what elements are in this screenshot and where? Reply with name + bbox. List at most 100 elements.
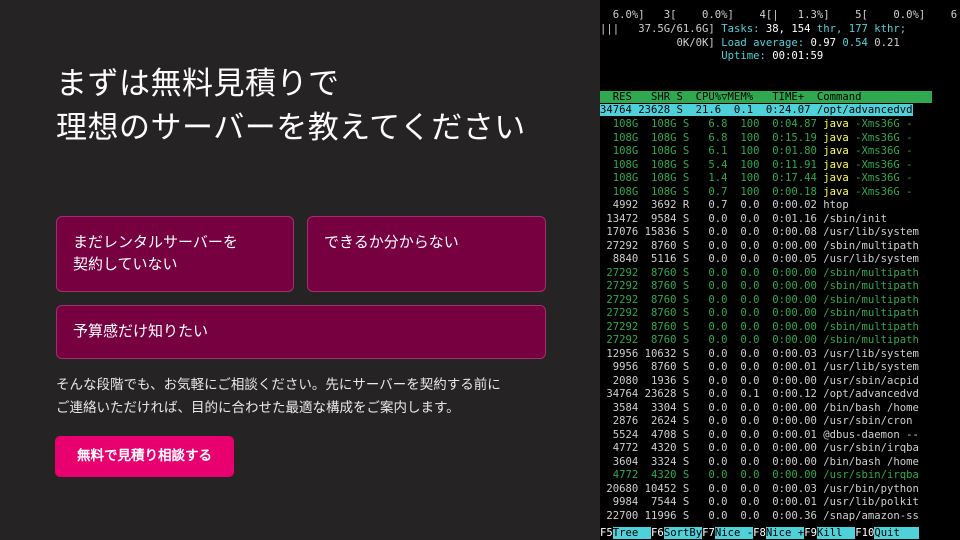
terminal-text: 0.21 xyxy=(874,37,900,49)
terminal-text: Tree xyxy=(612,527,652,539)
terminal-text: 27292 8760 S 0.0 0.0 0:00.00 /sbin/multi… xyxy=(600,321,919,333)
terminal-text: 4772 4320 S 0.0 0.0 0:00.00 /usr/sbin/ir… xyxy=(600,469,919,481)
terminal-text: Nice + xyxy=(765,527,805,539)
terminal-line: 20680 10452 S 0.0 0.0 0:00.03 /usr/bin/p… xyxy=(600,483,960,497)
terminal-line: 27292 8760 S 0.0 0.0 0:00.00 /sbin/multi… xyxy=(600,240,960,254)
option-card-unsure[interactable]: できるか分からない xyxy=(307,216,546,292)
terminal-text: 0.54 xyxy=(842,37,875,49)
terminal-text: java xyxy=(823,186,849,198)
terminal-text: java xyxy=(823,159,849,171)
terminal-line: 27292 8760 S 0.0 0.0 0:00.00 /sbin/multi… xyxy=(600,294,960,308)
terminal-line: 27292 8760 S 0.0 0.0 0:00.00 /sbin/multi… xyxy=(600,267,960,281)
terminal-text: java xyxy=(823,172,849,184)
terminal-text: F8 xyxy=(753,527,766,539)
terminal-line: 2876 2624 S 0.0 0.0 0:00.00 /usr/sbin/cr… xyxy=(600,415,960,429)
terminal-text: 27292 8760 S 0.0 0.0 0:00.00 /sbin/multi… xyxy=(600,334,919,346)
terminal-text: -Xms36G - xyxy=(848,118,913,130)
terminal-text: Uptime: xyxy=(721,50,773,62)
description: そんな段階でも、お気軽にご相談ください。先にサーバーを契約する前に ご連絡いただ… xyxy=(56,374,576,420)
terminal-line: 108G 108G S 6.1 100 0:01.80 java -Xms36G… xyxy=(600,145,960,159)
terminal-text: -Xms36G - xyxy=(848,145,913,157)
terminal-text: Quit xyxy=(874,527,920,539)
htop-terminal: 6.0%] 3[ 0.0%] 4[| 1.3%] 5[ 0.0%] 6 ||| 3… xyxy=(600,0,960,540)
terminal-line: Uptime: 00:01:59 xyxy=(600,50,960,64)
option-card-no-contract[interactable]: まだレンタルサーバーを 契約していない xyxy=(56,216,294,292)
terminal-text: 9956 8760 S 0.0 0.0 0:00.01 /usr/lib/sys… xyxy=(600,361,919,373)
terminal-text: SortBy xyxy=(663,527,703,539)
option-card-label: まだレンタルサーバーを xyxy=(73,233,238,251)
terminal-text: 4992 3692 R 0.7 0.0 0:00.02 htop xyxy=(600,199,849,211)
terminal-text: Kill xyxy=(816,527,856,539)
terminal-text: Nice - xyxy=(714,527,754,539)
terminal-text: 0.97 xyxy=(810,37,843,49)
terminal-text: 6.0%] 3[ 0.0%] 4[| 1.3%] 5[ 0.0%] 6 xyxy=(600,9,958,21)
terminal-text: 27292 8760 S 0.0 0.0 0:00.00 /sbin/multi… xyxy=(600,294,919,306)
terminal-line: ||| 37.5G/61.6G] Tasks: 38, 154 thr, 177… xyxy=(600,23,960,37)
free-estimate-button[interactable]: 無料で見積り相談する xyxy=(55,436,234,477)
terminal-line: 22700 11996 S 0.0 0.0 0:00.36 /snap/amaz… xyxy=(600,510,960,524)
terminal-text: java xyxy=(823,145,849,157)
terminal-text: 20680 10452 S 0.0 0.0 0:00.03 /usr/bin/p… xyxy=(600,483,919,495)
terminal-text: 38, 154 xyxy=(765,23,811,35)
terminal-line: 27292 8760 S 0.0 0.0 0:00.00 /sbin/multi… xyxy=(600,280,960,294)
terminal-text: java xyxy=(823,132,849,144)
terminal-text: 27292 8760 S 0.0 0.0 0:00.00 /sbin/multi… xyxy=(600,307,919,319)
terminal-line: 4992 3692 R 0.7 0.0 0:00.02 htop xyxy=(600,199,960,213)
terminal-line: 34764 23628 S 21.6 0.1 0:24.07 /opt/adva… xyxy=(600,104,960,118)
terminal-text: 34764 23628 S 21.6 0.1 0:24.07 /opt/adva… xyxy=(600,104,913,116)
terminal-text: F7 xyxy=(702,527,715,539)
terminal-line: 0K/0K] Load average: 0.97 0.54 0.21 xyxy=(600,37,960,51)
terminal-text: 34764 23628 S 0.0 0.1 0:00.12 /opt/advan… xyxy=(600,388,919,400)
option-card-label: 契約していない xyxy=(73,255,178,273)
terminal-text: 00:01:59 xyxy=(772,50,824,62)
option-card-label: できるか分からない xyxy=(324,233,459,251)
terminal-text: F10 xyxy=(855,527,875,539)
terminal-text: 22700 11996 S 0.0 0.0 0:00.36 /snap/amaz… xyxy=(600,510,919,522)
terminal-text: 2876 2624 S 0.0 0.0 0:00.00 /usr/sbin/cr… xyxy=(600,415,913,427)
terminal-text: ||| 37.5G/61.6G] xyxy=(600,23,722,35)
terminal-line: 5524 4708 S 0.0 0.0 0:00.01 @dbus-daemon… xyxy=(600,429,960,443)
terminal-text: F9 xyxy=(804,527,817,539)
terminal-text: -Xms36G - xyxy=(848,159,913,171)
terminal-line: 108G 108G S 6.8 100 0:15.19 java -Xms36G… xyxy=(600,132,960,146)
terminal-text: 2080 1936 S 0.0 0.0 0:00.00 /usr/sbin/ac… xyxy=(600,375,919,387)
description-line: ご連絡いただければ、目的に合わせた最適な構成をご案内します。 xyxy=(56,400,460,416)
terminal-line: 2080 1936 S 0.0 0.0 0:00.00 /usr/sbin/ac… xyxy=(600,375,960,389)
page-title: まずは無料見積りで 理想のサーバーを教えてください xyxy=(56,62,556,150)
terminal-text: 13472 9584 S 0.0 0.0 0:01.16 /sbin/init xyxy=(600,213,888,225)
terminal-text: 0K/0K] xyxy=(600,37,722,49)
terminal-text: 8840 5116 S 0.0 0.0 0:00.05 /usr/lib/sys… xyxy=(600,253,919,265)
option-card-budget[interactable]: 予算感だけ知りたい xyxy=(56,305,546,359)
terminal-text: F5 xyxy=(600,527,613,539)
terminal-line: 13472 9584 S 0.0 0.0 0:01.16 /sbin/init xyxy=(600,213,960,227)
terminal-text: 108G 108G S 6.1 100 0:01.80 xyxy=(600,145,824,157)
terminal-line: 6.0%] 3[ 0.0%] 4[| 1.3%] 5[ 0.0%] 6 xyxy=(600,9,960,23)
terminal-line: 27292 8760 S 0.0 0.0 0:00.00 /sbin/multi… xyxy=(600,334,960,348)
terminal-line: RES SHR S CPU%▽MEM% TIME+ Command xyxy=(600,91,960,105)
terminal-text: 17076 15836 S 0.0 0.0 0:00.08 /usr/lib/s… xyxy=(600,226,919,238)
terminal-line: 3584 3304 S 0.0 0.0 0:00.00 /bin/bash /h… xyxy=(600,402,960,416)
terminal-text: RES SHR S CPU%▽MEM% TIME+ Command xyxy=(600,91,932,103)
terminal-text: -Xms36G - xyxy=(848,132,913,144)
terminal-line: 3604 3324 S 0.0 0.0 0:00.00 /bin/bash /h… xyxy=(600,456,960,470)
terminal-text: F6 xyxy=(651,527,664,539)
terminal-text: 108G 108G S 6.8 100 0:04.87 xyxy=(600,118,824,130)
headline-line-2: 理想のサーバーを教えてください xyxy=(56,110,526,146)
cta-panel: まずは無料見積りで 理想のサーバーを教えてください まだレンタルサーバーを 契約… xyxy=(0,0,600,540)
terminal-text: 9984 7544 S 0.0 0.0 0:00.01 /usr/lib/pol… xyxy=(600,496,919,508)
terminal-line: 108G 108G S 1.4 100 0:17.44 java -Xms36G… xyxy=(600,172,960,186)
terminal-line: 108G 108G S 0.7 100 0:00.18 java -Xms36G… xyxy=(600,186,960,200)
terminal-text: 108G 108G S 1.4 100 0:17.44 xyxy=(600,172,824,184)
terminal-text: 108G 108G S 5.4 100 0:11.91 xyxy=(600,159,824,171)
terminal-text: -Xms36G - xyxy=(848,172,913,184)
terminal-line: 9956 8760 S 0.0 0.0 0:00.01 /usr/lib/sys… xyxy=(600,361,960,375)
terminal-text: thr, 177 kthr; xyxy=(810,23,907,35)
terminal-text: 3604 3324 S 0.0 0.0 0:00.00 /bin/bash /h… xyxy=(600,456,919,468)
terminal-text: java xyxy=(823,118,849,130)
terminal-text: 27292 8760 S 0.0 0.0 0:00.00 /sbin/multi… xyxy=(600,280,919,292)
terminal-line: 4772 4320 S 0.0 0.0 0:00.00 /usr/sbin/ir… xyxy=(600,469,960,483)
terminal-text: -Xms36G - xyxy=(848,186,913,198)
